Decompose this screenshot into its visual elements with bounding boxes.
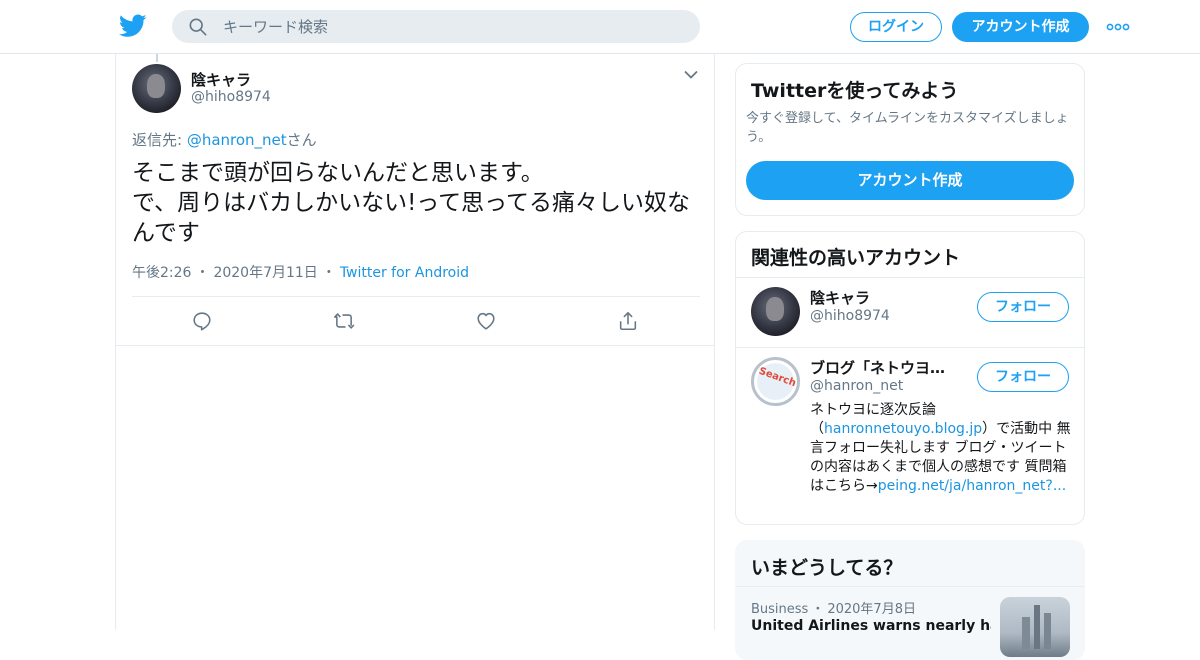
tweet-permalink: 陰キャラ @hiho8974 返信先: @hanron_netさん そこまで頭が… — [116, 54, 714, 346]
reply-suffix: さん — [286, 131, 317, 149]
chevron-down-icon[interactable] — [684, 70, 698, 80]
signup-card: Twitterを使ってみよう 今すぐ登録して、タイムラインをカスタマイズしましょ… — [735, 63, 1085, 216]
avatar[interactable] — [132, 64, 181, 113]
signup-card-button[interactable]: アカウント作成 — [746, 161, 1074, 200]
avatar-face — [766, 297, 784, 321]
separator-dot: ・ — [321, 265, 336, 281]
avatar[interactable] — [751, 287, 800, 336]
account-name[interactable]: ブログ「ネトウヨに逐次反論」 — [810, 357, 960, 378]
heart-icon[interactable] — [475, 310, 497, 332]
tweet-text: そこまで頭が回らないんだと思います。 で、周りはバカしかいない!って思ってる痛々… — [132, 158, 702, 248]
signup-card-description: 今すぐ登録して、タイムラインをカスタマイズしましょう。 — [746, 111, 1069, 145]
reply-icon[interactable] — [191, 310, 213, 332]
account-row: Search ブログ「ネトウヨに逐次反論」 @hanron_net フォロー ネ… — [736, 348, 1084, 524]
signup-card-title: Twitterを使ってみよう — [751, 80, 959, 102]
share-icon[interactable] — [617, 310, 639, 332]
account-handle[interactable]: @hanron_net — [810, 378, 903, 394]
divider — [132, 296, 700, 297]
more-options-icon[interactable] — [1106, 20, 1130, 34]
divider — [736, 586, 1084, 587]
bio-link[interactable]: hanronnetouyo.blog.jp — [824, 421, 982, 437]
separator-dot: ・ — [195, 265, 210, 281]
tweet-date[interactable]: 2020年7月11日 — [213, 265, 317, 281]
top-bar: ログイン アカウント作成 — [0, 0, 1200, 54]
tweet-source-link[interactable]: Twitter for Android — [340, 265, 469, 281]
account-bio: ネトウヨに逐次反論（hanronnetouyo.blog.jp）で活動中 無言フ… — [810, 401, 1075, 496]
reply-handle-link[interactable]: @hanron_net — [187, 131, 287, 149]
signup-button[interactable]: アカウント作成 — [952, 12, 1089, 42]
avatar[interactable]: Search — [751, 357, 800, 406]
retweet-icon[interactable] — [333, 310, 355, 332]
tweet-column: 陰キャラ @hiho8974 返信先: @hanron_netさん そこまで頭が… — [115, 54, 715, 630]
trend-date: 2020年7月8日 — [827, 602, 916, 617]
reply-context: 返信先: @hanron_netさん — [132, 129, 317, 150]
follow-button[interactable]: フォロー — [977, 292, 1069, 322]
avatar-face — [147, 74, 165, 98]
reply-prefix: 返信先: — [132, 131, 187, 149]
related-accounts-card: 関連性の高いアカウント 陰キャラ @hiho8974 フォロー Search ブ… — [735, 231, 1085, 525]
search-box[interactable] — [172, 10, 700, 43]
search-input[interactable] — [223, 11, 683, 42]
account-row: 陰キャラ @hiho8974 フォロー — [736, 278, 1084, 348]
tweet-text-line: そこまで頭が回らないんだと思います。 — [132, 160, 544, 186]
account-handle[interactable]: @hiho8974 — [810, 308, 890, 324]
tweet-author-handle[interactable]: @hiho8974 — [191, 89, 271, 105]
tweet-time[interactable]: 午後2:26 — [132, 265, 191, 281]
bio-link[interactable]: peing.net/ja/hanron_net?... — [878, 478, 1066, 494]
trend-thumbnail[interactable] — [1000, 597, 1070, 657]
trend-category: Business — [751, 602, 809, 617]
account-name[interactable]: 陰キャラ — [810, 287, 970, 308]
trend-meta: Business ・ 2020年7月8日 — [751, 598, 916, 617]
tweet-text-line: で、周りはバカしかいない!って思ってる痛々しい奴なんです — [132, 190, 691, 246]
search-icon — [189, 18, 207, 36]
trends-title: いまどうしてる？ — [751, 557, 903, 579]
tweet-author-name[interactable]: 陰キャラ — [191, 69, 251, 90]
twitter-bird-icon[interactable] — [119, 13, 147, 39]
tweet-metadata: 午後2:26 ・ 2020年7月11日・ Twitter for Android — [132, 262, 469, 282]
related-accounts-title: 関連性の高いアカウント — [751, 247, 961, 269]
trends-card: いまどうしてる？ Business ・ 2020年7月8日 United Airli… — [735, 540, 1085, 660]
trend-headline[interactable]: United Airlines warns nearly half its — [751, 618, 991, 634]
follow-button[interactable]: フォロー — [977, 362, 1069, 392]
separator-dot: ・ — [811, 602, 825, 617]
login-button[interactable]: ログイン — [850, 12, 942, 42]
